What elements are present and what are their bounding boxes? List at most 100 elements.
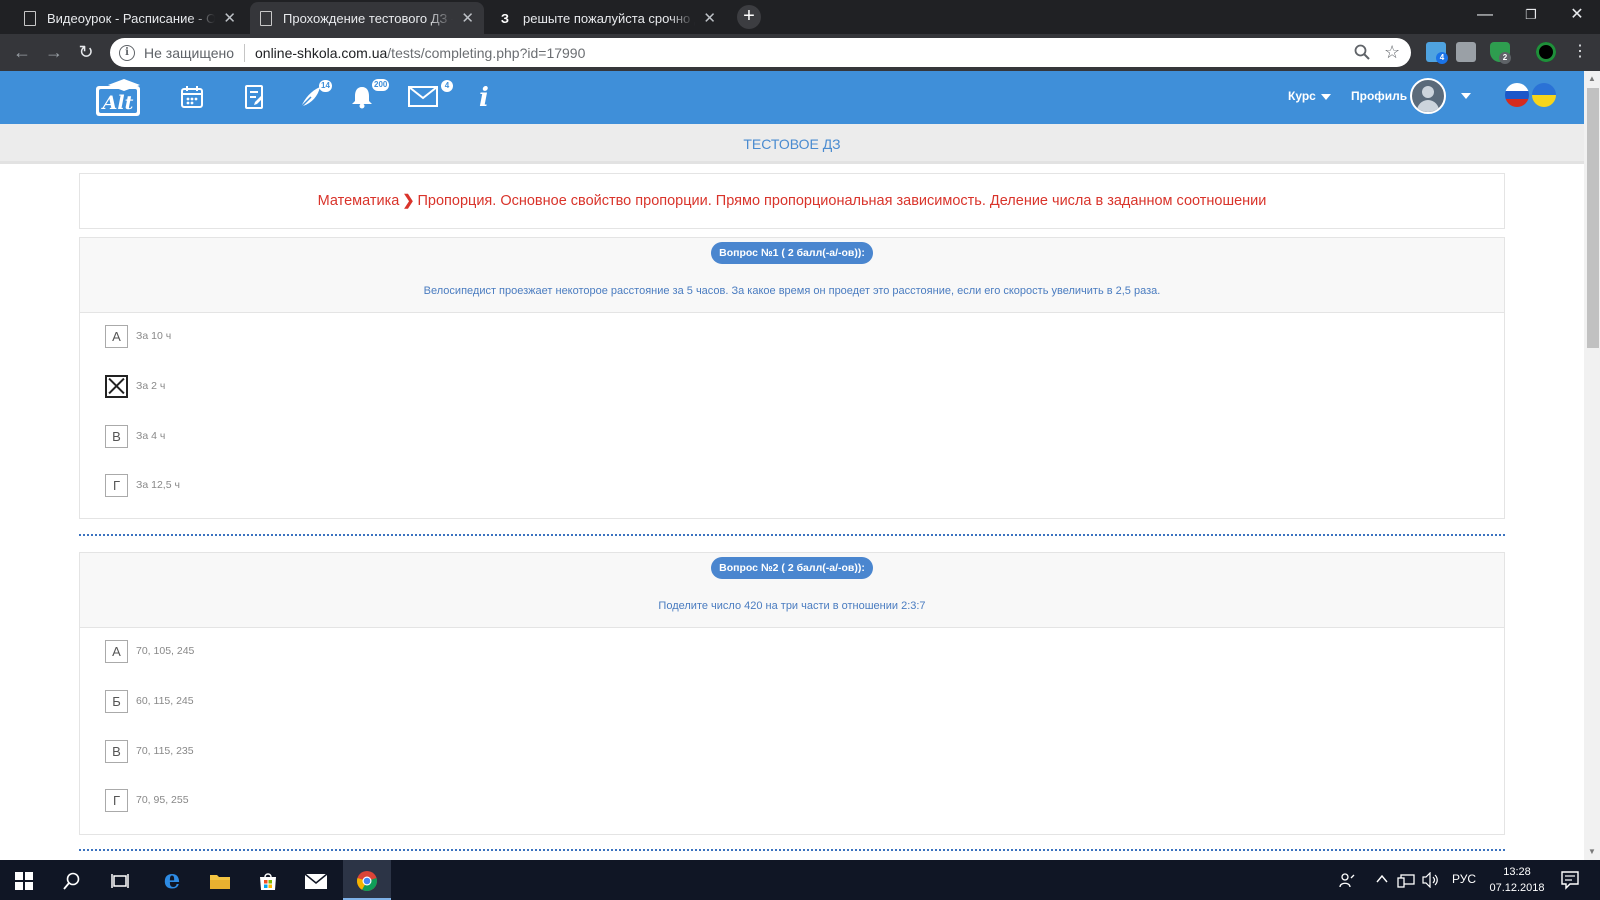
chevron-down-icon (1320, 93, 1331, 100)
answer-text: 70, 95, 255 (136, 794, 189, 806)
question-number-badge: Вопрос №1 ( 2 балл(-а/-ов)): (711, 242, 873, 264)
notifications-badge: 200 (372, 79, 390, 91)
scroll-up-arrow-icon[interactable]: ▲ (1584, 71, 1600, 87)
course-menu[interactable]: Курс (1288, 89, 1331, 103)
answer-checkbox[interactable]: А (105, 639, 128, 663)
forward-icon[interactable]: → (42, 40, 66, 64)
divider (244, 43, 245, 62)
search-icon[interactable] (48, 860, 96, 900)
site-header: Alt 14 200 4 i Курс Профиль (0, 71, 1584, 124)
zoom-icon[interactable] (1354, 44, 1370, 64)
answer-checkbox[interactable]: В (105, 424, 128, 448)
answer-checkbox[interactable]: Б (105, 689, 128, 713)
svg-text:Alt: Alt (101, 92, 134, 114)
tab-title: Видеоурок - Расписание - Онла (47, 10, 216, 26)
breadcrumb: Математика ❯ Пропорция. Основное свойство … (79, 173, 1505, 229)
journal-icon[interactable] (240, 84, 268, 112)
new-tab-button[interactable]: + (737, 5, 761, 29)
question-card-2: Вопрос №2 ( 2 балл(-а/-ов)): Поделите чи… (79, 552, 1505, 835)
back-icon[interactable]: ← (10, 40, 34, 64)
browser-tab-videourok[interactable]: Видеоурок - Расписание - Онла ✕ (14, 2, 246, 34)
answer-option[interactable]: Г За 12,5 ч (105, 473, 180, 497)
chrome-icon[interactable] (343, 860, 391, 900)
answer-option[interactable]: Г 70, 95, 255 (105, 788, 189, 812)
windows-taskbar: e РУС 13:28 07.12.2018 (0, 860, 1600, 900)
close-tab-icon[interactable]: ✕ (703, 9, 716, 27)
bookmark-star-icon[interactable]: ☆ (1384, 42, 1400, 63)
close-tab-icon[interactable]: ✕ (461, 9, 474, 27)
answer-text: 70, 115, 235 (136, 745, 194, 757)
extension-shield-icon[interactable]: 2 (1490, 42, 1511, 64)
question-text: Поделите число 420 на три части в отноше… (658, 600, 926, 612)
system-clock[interactable]: 13:28 07.12.2018 (1480, 864, 1554, 896)
info-icon[interactable]: i (470, 84, 498, 112)
scroll-down-arrow-icon[interactable]: ▼ (1584, 844, 1600, 860)
menu-kebab-icon[interactable]: ⋮ (1568, 40, 1592, 64)
answer-option[interactable]: Б 60, 115, 245 (105, 689, 194, 713)
tab-title: решыте пожалуйста срочно да (523, 10, 696, 26)
answer-checkbox[interactable]: Г (105, 473, 128, 497)
profile-link[interactable]: Профиль (1351, 89, 1407, 103)
address-bar[interactable]: i Не защищено online-shkola.com.ua /test… (110, 38, 1411, 67)
answer-checkbox[interactable]: В (105, 739, 128, 763)
browser-tab-znanija[interactable]: З решыте пожалуйста срочно да ✕ (488, 2, 726, 34)
breadcrumb-subject[interactable]: Математика (318, 193, 400, 209)
browser-toolbar: ← → ↻ i Не защищено online-shkola.com.ua… (0, 34, 1600, 71)
ukrainian-flag-icon[interactable] (1532, 83, 1556, 107)
mail-icon[interactable] (407, 84, 439, 112)
browser-tab-strip: Видеоурок - Расписание - Онла ✕ Прохожде… (0, 0, 1600, 34)
page-icon (260, 10, 272, 26)
file-explorer-icon[interactable] (196, 860, 244, 900)
windows-start-icon[interactable] (0, 860, 48, 900)
close-tab-icon[interactable]: ✕ (223, 9, 236, 27)
store-icon[interactable] (244, 860, 292, 900)
people-icon[interactable] (1339, 872, 1355, 891)
znanija-icon: З (500, 10, 510, 26)
browser-tab-test[interactable]: Прохождение тестового ДЗ - О ✕ (250, 2, 484, 34)
url-host: online-shkola.com.ua (255, 44, 388, 61)
question-header: Вопрос №1 ( 2 балл(-а/-ов)): Велосипедис… (80, 238, 1504, 313)
close-window-icon[interactable]: ✕ (1554, 0, 1600, 30)
answer-option[interactable]: А За 10 ч (105, 324, 171, 348)
question-divider (79, 849, 1505, 851)
clock-date: 07.12.2018 (1489, 882, 1545, 894)
security-label: Не защищено (144, 44, 234, 61)
url-path: /tests/completing.php?id=17990 (387, 44, 586, 61)
answer-option[interactable]: А 70, 105, 245 (105, 639, 194, 663)
extension-cloud-icon[interactable]: 4 (1426, 42, 1448, 64)
action-center-icon[interactable] (1560, 870, 1580, 893)
calendar-icon[interactable] (178, 84, 206, 112)
breadcrumb-topic: Пропорция. Основное свойство пропорции. … (417, 193, 1267, 209)
profile-chevron-down-icon[interactable] (1461, 93, 1471, 99)
answer-checkbox[interactable]: А (105, 324, 128, 348)
answer-checkbox[interactable]: Г (105, 788, 128, 812)
extension-badge: 2 (1499, 52, 1511, 64)
answer-option[interactable]: В 70, 115, 235 (105, 739, 194, 763)
russian-flag-icon[interactable] (1505, 83, 1529, 107)
minimize-icon[interactable]: — (1462, 0, 1508, 30)
scrollbar-thumb[interactable] (1587, 88, 1599, 348)
site-logo[interactable]: Alt (94, 76, 144, 118)
extension-vpn-icon[interactable] (1536, 42, 1556, 62)
extension-puzzle-icon[interactable] (1456, 42, 1476, 62)
info-icon[interactable]: i (119, 44, 135, 61)
edge-browser-icon[interactable]: e (148, 860, 196, 900)
bell-icon[interactable] (348, 84, 376, 112)
question-divider (79, 534, 1505, 536)
reload-icon[interactable]: ↻ (74, 40, 98, 64)
course-label: Курс (1288, 89, 1316, 103)
answer-checkbox-checked[interactable] (105, 374, 128, 398)
answer-option[interactable]: За 2 ч (105, 374, 165, 398)
network-icon[interactable] (1397, 872, 1415, 891)
answer-option[interactable]: В За 4 ч (105, 424, 165, 448)
question-text: Велосипедист проезжает некоторое расстоя… (423, 285, 1161, 297)
restore-icon[interactable]: ❐ (1508, 0, 1554, 30)
page-title: ТЕСТОВОЕ ДЗ (0, 124, 1584, 164)
avatar[interactable] (1410, 78, 1446, 114)
question-card-1: Вопрос №1 ( 2 балл(-а/-ов)): Велосипедис… (79, 237, 1505, 519)
task-view-icon[interactable] (96, 860, 144, 900)
input-language[interactable]: РУС (1452, 872, 1476, 886)
volume-icon[interactable] (1422, 871, 1440, 891)
chevron-up-icon[interactable] (1376, 872, 1388, 887)
mail-app-icon[interactable] (292, 860, 340, 900)
